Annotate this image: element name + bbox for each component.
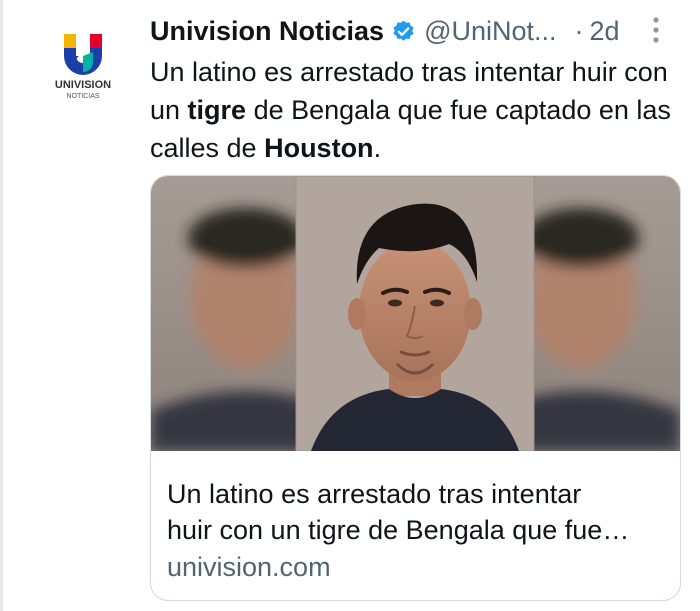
card-title-line: Un latino es arrestado tras intentar xyxy=(167,479,582,509)
univision-logo-icon: UNIVISION NOTICIAS xyxy=(55,34,111,100)
tweet-text-part: . xyxy=(373,133,382,163)
separator-dot: · xyxy=(574,15,584,46)
logo-wordmark: UNIVISION xyxy=(55,79,111,91)
display-name[interactable]: Univision Noticias xyxy=(150,16,384,47)
tweet-text-bold-houston: Houston xyxy=(264,133,374,163)
tweet-header: Univision Noticias @UniNot... · 2d xyxy=(150,10,690,52)
tweet-text-bold-tigre: tigre xyxy=(187,95,247,125)
more-options-icon[interactable] xyxy=(652,14,660,46)
mugshot-image xyxy=(151,176,680,451)
link-preview-card[interactable]: Un latino es arrestado tras intentar hui… xyxy=(150,175,681,601)
card-title[interactable]: Un latino es arrestado tras intentar hui… xyxy=(167,476,667,548)
timestamp[interactable]: 2d xyxy=(590,16,620,47)
avatar[interactable]: UNIVISION NOTICIAS xyxy=(40,30,126,116)
thread-divider xyxy=(0,0,3,611)
card-title-line: huir con un tigre de Bengala que fue… xyxy=(167,515,630,545)
verified-badge-icon xyxy=(393,20,414,41)
card-image[interactable] xyxy=(151,176,680,451)
handle[interactable]: @UniNot... xyxy=(424,16,556,47)
tweet-text: Un latino es arrestado tras intentar hui… xyxy=(150,53,690,167)
card-domain[interactable]: univision.com xyxy=(167,552,331,583)
logo-subtitle: NOTICIAS xyxy=(66,93,99,100)
